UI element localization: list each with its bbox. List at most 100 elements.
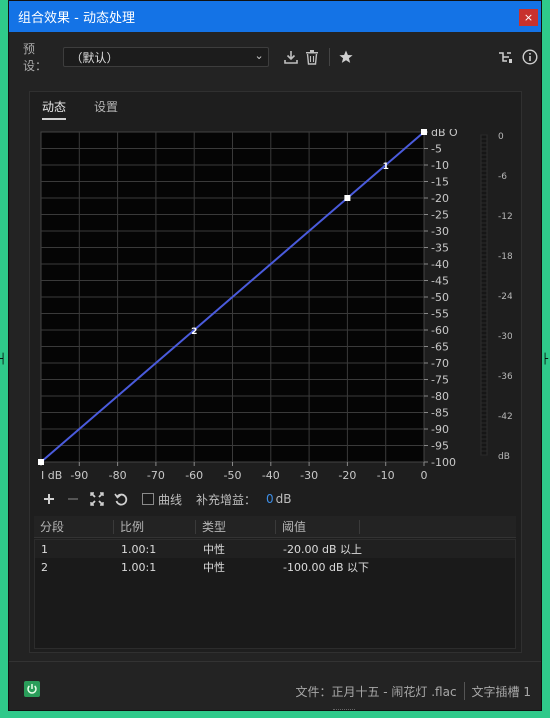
toolbar-divider: [328, 48, 330, 66]
left-edge-marker: ┤: [0, 354, 7, 365]
preset-label: 预设：: [23, 42, 48, 73]
routing-icon[interactable]: [495, 46, 516, 68]
status-area: 文件：正月十五 - 闹花灯 .flac 文字插槽 1: [295, 682, 531, 700]
y-tick-label: -10: [431, 159, 449, 172]
meter-tick-label: -42: [498, 412, 512, 422]
table-body: 1 1.00:1 中性 -20.00 dB 以上 2 1.00:1 中性 -10…: [34, 539, 516, 649]
x-tick-label: -30: [300, 469, 318, 482]
curve-checkbox[interactable]: [142, 493, 154, 505]
y-tick-label: -95: [431, 440, 449, 453]
x-tick-label: -60: [185, 469, 203, 482]
dialog-window: 组合效果 - 动态处理 × 预设： （默认） ⌄ 动态 设置 dB O -5 -…: [8, 0, 542, 711]
x-tick-label: -40: [262, 469, 280, 482]
curve-control-point: [421, 129, 427, 135]
cell-ratio: 1.00:1: [121, 542, 157, 556]
cell-threshold: -100.00 dB 以下: [283, 561, 369, 574]
cell-threshold: -20.00 dB 以上: [283, 543, 362, 556]
info-icon[interactable]: [520, 46, 541, 68]
table-header: 分段 比例 类型 阈值: [34, 516, 516, 538]
transfer-curve-graph[interactable]: dB O-5-10-15-20-25-30-35-40-45-50-55-60-…: [38, 129, 512, 487]
slot-label: 文字插槽 1: [471, 684, 531, 699]
preset-toolbar: 预设： （默认） ⌄: [9, 32, 541, 82]
footer-bar: 文件：正月十五 - 闹花灯 .flac 文字插槽 1: [9, 661, 541, 711]
table-row[interactable]: 1 1.00:1 中性 -20.00 dB 以上: [35, 540, 515, 558]
column-header-type[interactable]: 类型: [196, 519, 276, 534]
makeup-gain-unit: dB: [275, 492, 292, 506]
meter-tick-label: -30: [498, 332, 512, 342]
curve-label: 曲线: [158, 492, 183, 507]
close-button[interactable]: ×: [519, 9, 538, 26]
tab-settings[interactable]: 设置: [94, 98, 118, 120]
favorite-star-icon[interactable]: [336, 46, 357, 68]
y-tick-label: -35: [431, 242, 449, 255]
effect-panel: 动态 设置 dB O -5 -10 -15 -20 -25 -30 -35 -40 -45 -50 -…: [29, 91, 522, 653]
x-tick-label: 0: [421, 469, 428, 482]
tab-bar: 动态 设置: [42, 98, 118, 120]
cell-segment: 1: [41, 542, 48, 556]
x-tick-label: -80: [109, 469, 127, 482]
save-preset-icon[interactable]: [281, 46, 302, 68]
y-tick-label: -85: [431, 407, 449, 420]
add-point-icon[interactable]: [40, 490, 58, 508]
file-label: 文件：正月十五 - 闹花灯 .flac: [295, 684, 457, 699]
y-tick-label: -65: [431, 341, 449, 354]
resize-grip[interactable]: [333, 709, 355, 713]
column-header-segment[interactable]: 分段: [34, 519, 114, 534]
segment-number-label: 1: [383, 162, 389, 172]
y-tick-label: -15: [431, 176, 449, 189]
meter-tick-label: 0: [498, 132, 504, 142]
status-divider: [463, 682, 465, 700]
y-tick-label: -20: [431, 192, 449, 205]
column-header-threshold[interactable]: 阈值: [276, 519, 360, 534]
graph-controls: 曲线 补充增益： 0 dB: [40, 488, 510, 510]
tab-dynamics[interactable]: 动态: [42, 98, 67, 120]
power-icon: [27, 684, 37, 694]
x-tick-label: -50: [224, 469, 242, 482]
chevron-down-icon: ⌄: [254, 49, 264, 62]
preset-dropdown[interactable]: （默认） ⌄: [63, 47, 269, 67]
cell-type: 中性: [203, 543, 225, 556]
y-tick-label: -30: [431, 225, 449, 238]
makeup-gain-label: 补充增益：: [196, 492, 257, 507]
meter-tick-label: dB: [498, 452, 510, 462]
y-tick-label: -50: [431, 291, 449, 304]
meter-tick-label: -24: [498, 292, 512, 302]
y-tick-label: -80: [431, 390, 449, 403]
x-tick-label: I dB: [41, 469, 62, 482]
right-edge-marker: ├: [542, 354, 549, 365]
cell-segment: 2: [41, 560, 48, 574]
fit-curve-icon[interactable]: [88, 490, 106, 508]
title-bar[interactable]: 组合效果 - 动态处理 ×: [9, 1, 541, 32]
window-title: 组合效果 - 动态处理: [18, 11, 135, 26]
meter-tick-label: -36: [498, 372, 512, 382]
x-tick-label: -10: [377, 469, 395, 482]
y-tick-label: -25: [431, 209, 449, 222]
makeup-gain-value[interactable]: 0: [266, 492, 274, 506]
remove-point-icon[interactable]: [64, 490, 82, 508]
x-tick-label: -90: [70, 469, 88, 482]
meter-tick-label: -6: [498, 172, 507, 182]
y-tick-label: -100: [431, 456, 456, 469]
y-tick-label: dB O: [431, 129, 458, 139]
y-tick-label: -75: [431, 374, 449, 387]
segment-table: 分段 比例 类型 阈值 1 1.00:1 中性 -20.00 dB 以上 2 1…: [34, 516, 516, 650]
curve-control-point: [38, 459, 44, 465]
segment-number-label: 2: [191, 327, 197, 337]
y-tick-label: -45: [431, 275, 449, 288]
table-row[interactable]: 2 1.00:1 中性 -100.00 dB 以下: [35, 558, 515, 576]
preset-value: （默认）: [70, 50, 119, 65]
delete-preset-icon[interactable]: [302, 46, 323, 68]
y-tick-label: -70: [431, 357, 449, 370]
cell-type: 中性: [203, 561, 225, 574]
column-header-ratio[interactable]: 比例: [114, 519, 196, 534]
x-tick-label: -70: [147, 469, 165, 482]
curve-control-point: [344, 195, 351, 201]
power-toggle[interactable]: [24, 681, 40, 697]
cell-ratio: 1.00:1: [121, 560, 157, 574]
y-tick-label: -60: [431, 324, 449, 337]
reset-curve-icon[interactable]: [112, 490, 130, 508]
y-tick-label: -90: [431, 423, 449, 436]
y-tick-label: -5: [431, 143, 442, 156]
meter-tick-label: -12: [498, 212, 512, 222]
x-tick-label: -20: [338, 469, 356, 482]
